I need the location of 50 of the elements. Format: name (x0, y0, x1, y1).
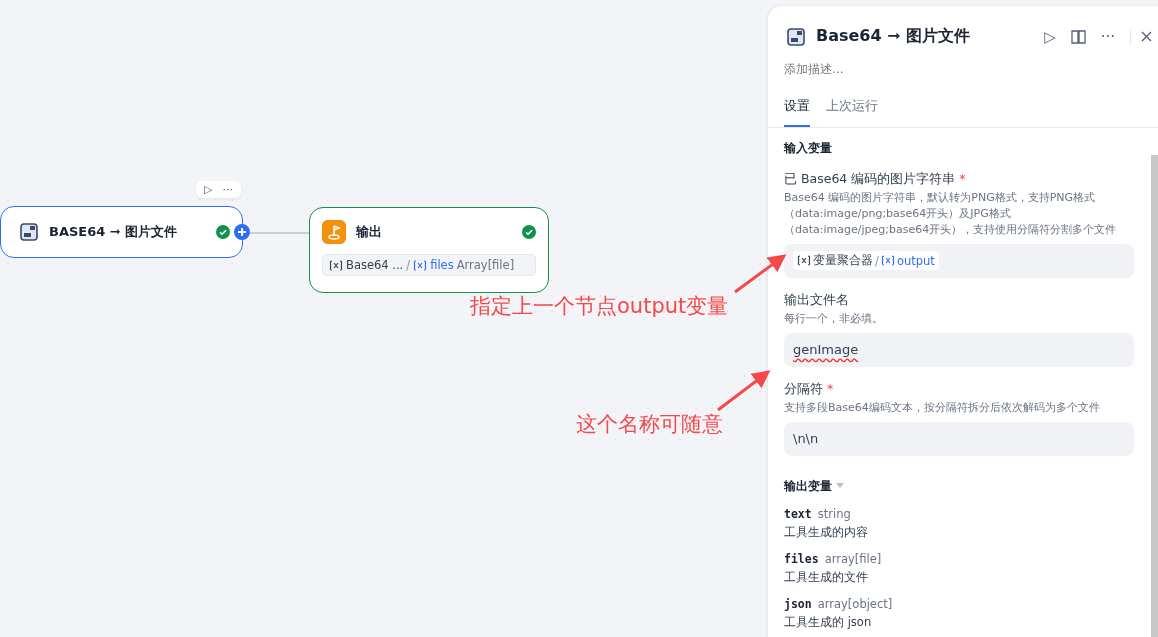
variable-description: 工具生成的 json (784, 614, 873, 630)
more-button[interactable]: ··· (220, 183, 235, 196)
tab[interactable]: 上次运行 (826, 97, 878, 127)
close-icon[interactable] (1141, 31, 1152, 42)
annotation-arrow (734, 254, 787, 294)
annotation-text: 这个名称可随意 (576, 411, 723, 438)
node-title: BASE64 ➞ 图片文件 (49, 223, 179, 241)
flag-icon (322, 220, 346, 244)
section-title: 输出变量 (784, 477, 832, 495)
panel-title: Base64 ➞ 图片文件 (816, 26, 972, 47)
tab[interactable]: 设置 (784, 97, 810, 127)
variable-type: array[object] (817, 596, 893, 611)
variable-name: text (784, 506, 812, 521)
text-field[interactable]: genImage (784, 332, 1134, 367)
variable-name: json (784, 596, 812, 611)
variable-type: array[file] (824, 551, 882, 566)
variable-icon (880, 255, 895, 267)
variable-chip: Base64 ... / files Array[file] (322, 254, 536, 276)
book-icon[interactable] (1070, 29, 1086, 44)
variable-name: files (784, 551, 819, 566)
node-title: 输出 (356, 223, 383, 241)
required-mark: * (827, 380, 834, 396)
scrollbar[interactable] (1151, 155, 1158, 637)
image-file-icon (786, 26, 806, 47)
field-help: Base64 编码的图片字符串，默认转为PNG格式，支持PNG格式（data:image/png;base64开头）及JPG格式（data:image/jpeg;base64开头），支持使用分隔符分割多个文件 (784, 190, 1118, 238)
variable-description: 工具生成的内容 (784, 524, 869, 540)
field-label: 输出文件名 (784, 291, 849, 307)
add-node-icon[interactable] (234, 224, 250, 240)
field-help: 每行一个，非必填。 (784, 310, 884, 327)
image-file-icon (19, 222, 39, 242)
annotation-arrow (717, 370, 771, 412)
more-button[interactable]: ··· (1095, 27, 1120, 46)
annotation-text: 指定上一个节点output变量 (470, 293, 729, 320)
run-button[interactable]: ▷ (1039, 27, 1061, 46)
variable-icon (329, 259, 343, 271)
run-button[interactable]: ▷ (202, 183, 215, 196)
tool-node[interactable]: BASE64 ➞ 图片文件 (0, 206, 243, 258)
section-title: 输入变量 (784, 140, 832, 157)
variable-icon (797, 255, 811, 267)
field-label: 已 Base64 编码的图片字符串 (784, 171, 956, 186)
text-field[interactable]: \n\n (784, 421, 1134, 456)
connector-line (248, 231, 310, 235)
field-label: 分隔符 (784, 380, 823, 396)
variable-icon (413, 259, 428, 271)
variable-type: string (817, 506, 851, 521)
field-help: 支持多段Base64编码文本，按分隔符拆分后依次解码为多个文件 (784, 399, 1101, 416)
variable-field[interactable]: 变量聚合器 / output (784, 243, 1134, 278)
output-node[interactable]: 输出 Base64 ... / files Array[file] (309, 207, 549, 293)
required-mark: * (959, 171, 966, 186)
variable-description: 工具生成的文件 (784, 569, 869, 585)
